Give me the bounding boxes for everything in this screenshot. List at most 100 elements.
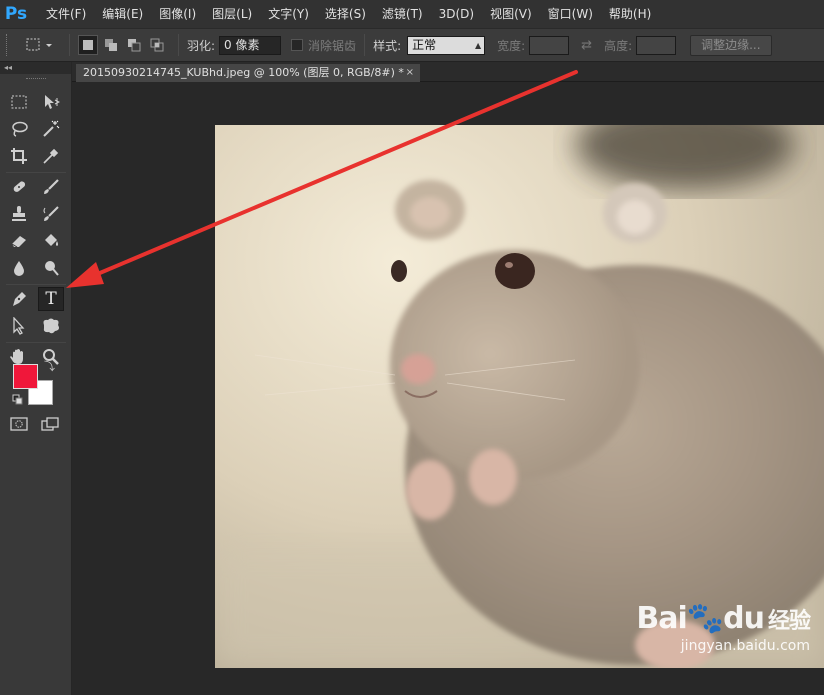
tools-grip[interactable] (0, 74, 71, 82)
antialias-label: 消除锯齿 (308, 38, 357, 53)
menu-type[interactable]: 文字(Y) (260, 0, 317, 28)
menu-filter[interactable]: 滤镜(T) (374, 0, 431, 28)
swap-dimensions-icon[interactable]: ⇄ (581, 38, 592, 53)
magic-wand-tool[interactable] (38, 117, 64, 141)
menu-3d[interactable]: 3D(D) (431, 0, 482, 28)
path-selection-tool[interactable] (6, 314, 32, 338)
tools-separator (6, 172, 66, 173)
pen-icon (13, 292, 26, 306)
collapse-panel-icon[interactable]: ◂◂ (4, 64, 12, 72)
close-icon[interactable]: × (406, 64, 414, 82)
clone-stamp-tool[interactable] (6, 202, 32, 226)
baidu-logo: Bai🐾du 经验 (636, 601, 811, 638)
feather-label: 羽化: (187, 38, 216, 53)
eraser-icon (11, 236, 26, 248)
rect-marquee-tool[interactable] (6, 90, 32, 114)
tool-preset-picker[interactable] (24, 35, 58, 55)
tools-separator (6, 342, 66, 343)
feather-input[interactable]: 0 像素 (219, 35, 282, 55)
style-select[interactable]: 正常 ▲ (407, 35, 486, 55)
menu-window[interactable]: 窗口(W) (540, 0, 601, 28)
options-bar: 羽化: 0 像素 消除锯齿 样式: 正常 ▲ 宽度: ⇄ 高度: 调整边缘... (0, 28, 824, 62)
menu-select[interactable]: 选择(S) (317, 0, 374, 28)
paw-icon: 🐾 (686, 601, 724, 636)
rect-marquee-icon (11, 95, 27, 109)
lasso-tool[interactable] (6, 117, 32, 141)
menu-edit[interactable]: 编辑(E) (94, 0, 151, 28)
options-grip[interactable] (6, 34, 12, 56)
eraser-tool[interactable] (6, 229, 32, 253)
tools-separator (6, 284, 66, 285)
style-label: 样式: (373, 38, 402, 53)
baidu-logo-bai: Bai (636, 601, 687, 636)
tools-panel: ◂◂ T ⤵ (0, 62, 72, 695)
move-tool[interactable] (38, 90, 64, 114)
options-separator (69, 34, 70, 56)
lasso-icon (12, 121, 28, 137)
width-input[interactable] (529, 35, 570, 55)
magic-wand-icon (43, 120, 60, 137)
height-label: 高度: (604, 38, 633, 53)
foreground-color-swatch[interactable] (13, 364, 38, 389)
menu-view[interactable]: 视图(V) (482, 0, 540, 28)
type-tool-icon: T (45, 289, 57, 309)
refine-edge-button[interactable]: 调整边缘... (690, 34, 772, 56)
bandage-icon (13, 181, 26, 192)
options-separator (178, 34, 179, 56)
select-arrows-icon: ▲ (474, 40, 482, 50)
paint-bucket-tool[interactable] (38, 229, 64, 253)
pen-tool[interactable] (6, 287, 32, 311)
eyedropper-icon (43, 148, 59, 164)
hamster-photo (215, 125, 824, 668)
intersect-selection-button[interactable] (147, 35, 167, 55)
horizontal-type-tool[interactable]: T (38, 287, 64, 311)
path-arrow-icon (13, 317, 25, 335)
rect-marquee-icon (26, 38, 52, 51)
shape-blob-icon (43, 318, 59, 334)
dodge-tool[interactable] (38, 256, 64, 280)
quick-mask-icon (10, 417, 28, 431)
dodge-icon (45, 261, 59, 276)
paint-bucket-icon (45, 234, 58, 246)
quick-mask-button[interactable] (6, 412, 32, 436)
image-canvas[interactable]: Bai🐾du 经验 jingyan.baidu.com (215, 125, 824, 668)
subtract-selection-button[interactable] (124, 35, 144, 55)
photoshop-logo: Ps (4, 4, 28, 24)
new-selection-icon (83, 40, 93, 50)
blur-tool[interactable] (6, 256, 32, 280)
baidu-watermark-url: jingyan.baidu.com (680, 638, 810, 654)
swap-colors-icon[interactable]: ⤵ (44, 358, 55, 374)
document-tab-title: 20150930214745_KUBhd.jpeg @ 100% (图层 0, … (83, 66, 404, 79)
new-selection-button[interactable] (78, 35, 98, 55)
add-selection-button[interactable] (101, 35, 121, 55)
height-input[interactable] (636, 35, 677, 55)
crop-tool[interactable] (6, 144, 32, 168)
menu-file[interactable]: 文件(F) (32, 0, 94, 28)
menu-help[interactable]: 帮助(H) (601, 0, 659, 28)
antialias-checkbox[interactable] (291, 39, 304, 51)
history-brush-icon (43, 206, 59, 221)
document-area: 20150930214745_KUBhd.jpeg @ 100% (图层 0, … (72, 62, 824, 695)
crop-icon (11, 148, 27, 164)
baidu-logo-du: du (723, 601, 765, 636)
menu-layer[interactable]: 图层(L) (204, 0, 260, 28)
baidu-watermark: Bai🐾du 经验 jingyan.baidu.com (636, 601, 811, 655)
menu-image[interactable]: 图像(I) (151, 0, 204, 28)
style-select-value: 正常 (412, 37, 437, 52)
document-tab[interactable]: 20150930214745_KUBhd.jpeg @ 100% (图层 0, … (76, 64, 420, 82)
brush-icon (44, 179, 59, 194)
baidu-logo-jingyan: 经验 (767, 609, 811, 634)
subtract-selection-icon (128, 39, 141, 52)
intersect-selection-icon (150, 38, 164, 52)
menu-bar: Ps 文件(F) 编辑(E) 图像(I) 图层(L) 文字(Y) 选择(S) 滤… (0, 0, 824, 28)
default-colors-icon[interactable] (12, 394, 24, 406)
add-selection-icon (105, 39, 117, 51)
brush-tool[interactable] (38, 175, 64, 199)
history-brush-tool[interactable] (38, 202, 64, 226)
screen-mode-button[interactable] (38, 412, 64, 436)
document-tab-bar: 20150930214745_KUBhd.jpeg @ 100% (图层 0, … (72, 62, 824, 82)
custom-shape-tool[interactable] (38, 314, 64, 338)
healing-brush-tool[interactable] (6, 175, 32, 199)
drop-icon (14, 261, 24, 276)
eyedropper-tool[interactable] (38, 144, 64, 168)
